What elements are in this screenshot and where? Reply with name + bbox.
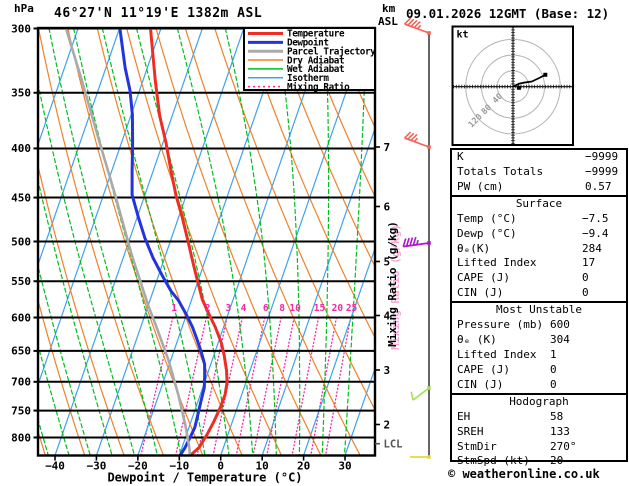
wind-barb-column — [402, 17, 431, 459]
wind-barb — [402, 236, 431, 248]
svg-text:40: 40 — [491, 92, 505, 106]
svg-text:120: 120 — [467, 112, 485, 130]
stats-row: CAPE (J) 0 — [457, 362, 557, 376]
svg-text:−30: −30 — [86, 460, 106, 473]
stats-table: K −9999 Totals Totals −9999 PW (cm) 0.57 Surfa… — [450, 148, 628, 467]
svg-text:450: 450 — [11, 191, 31, 204]
stats-row: Totals Totals −9999 — [457, 164, 619, 178]
station-title: 46°27'N 11°19'E 1382m ASL — [54, 6, 263, 21]
stats-row: CIN (J) 0 — [457, 286, 589, 300]
skewt-sounding-page: 300 350 400 450 500 550 600 650 700 750 800 −40 −30−… — [0, 0, 629, 486]
svg-text:4: 4 — [241, 303, 247, 314]
stats-row: Temp (°C) −7.5 — [457, 211, 609, 225]
svg-text:1: 1 — [171, 303, 177, 314]
stats-row: Dewp (°C) −9.4 — [457, 226, 609, 240]
svg-text:800: 800 — [11, 431, 31, 444]
stats-row: CIN (J) 0 — [457, 377, 557, 391]
svg-text:8: 8 — [279, 303, 285, 314]
wind-barb — [410, 455, 431, 459]
svg-text:10: 10 — [289, 303, 301, 314]
svg-text:20: 20 — [332, 303, 344, 314]
stats-row: Lifted Index 1 — [457, 347, 557, 361]
copyright: © weatheronline.co.uk — [448, 467, 600, 481]
stats-row: θₑ(K) 284 — [457, 241, 602, 255]
legend: TemperatureDewpointParcel TrajectoryDry … — [243, 27, 377, 93]
svg-text:600: 600 — [11, 311, 31, 324]
stats-row: Lifted Index 17 — [457, 256, 596, 270]
svg-text:15: 15 — [314, 303, 326, 314]
stats-row: K −9999 — [457, 150, 619, 163]
stats-section-header: Most Unstable — [452, 301, 626, 318]
stats-row: PW (cm) 0.57 — [457, 179, 612, 193]
pressure-axis-unit: hPa — [14, 2, 34, 15]
stats-row: Pressure (mb) 600 — [457, 318, 570, 332]
svg-text:6: 6 — [384, 200, 391, 213]
hodograph: 4080120 kt — [451, 25, 574, 146]
storm-motion-marker — [516, 85, 521, 90]
stats-row: SREH 133 — [457, 424, 570, 438]
altitude-axis-unit-km: km — [382, 2, 396, 15]
svg-text:3: 3 — [384, 364, 391, 377]
svg-text:Dewpoint / Temperature (°C): Dewpoint / Temperature (°C) — [107, 471, 302, 485]
svg-text:LCL: LCL — [384, 438, 403, 450]
hodograph-unit-label: kt — [457, 30, 469, 41]
svg-text:500: 500 — [11, 235, 31, 248]
svg-text:Mixing Ratio: Mixing Ratio — [287, 82, 350, 93]
stats-section-header: Hodograph — [452, 392, 626, 410]
svg-text:6: 6 — [263, 303, 269, 314]
altitude-axis-unit-asl: ASL — [378, 15, 398, 28]
stats-row: θₑ (K) 304 — [457, 333, 570, 347]
stats-section-header: Surface — [452, 194, 626, 212]
svg-text:2: 2 — [384, 418, 391, 431]
wind-barb — [404, 131, 431, 149]
run-datetime: 09.01.2026 12GMT (Base: 12) — [406, 6, 610, 21]
stats-row: EH 58 — [457, 409, 564, 423]
stats-row: StmDir 270° — [457, 439, 577, 453]
stats-row: CAPE (J) 0 — [457, 271, 589, 285]
svg-text:−40: −40 — [45, 460, 65, 473]
svg-text:80: 80 — [480, 103, 494, 117]
svg-text:350: 350 — [11, 87, 31, 100]
svg-text:700: 700 — [11, 376, 31, 389]
svg-text:400: 400 — [11, 142, 31, 155]
svg-text:2: 2 — [205, 303, 211, 314]
svg-text:30: 30 — [338, 460, 351, 473]
svg-text:300: 300 — [11, 22, 31, 35]
svg-text:650: 650 — [11, 345, 31, 358]
svg-text:550: 550 — [11, 275, 31, 288]
wind-barb — [410, 386, 431, 401]
svg-text:25: 25 — [346, 303, 358, 314]
svg-text:3: 3 — [225, 303, 231, 314]
svg-text:750: 750 — [11, 404, 31, 417]
mixing-ratio-axis-label: Mixing Ratio (g/kg) — [386, 221, 399, 347]
svg-text:7: 7 — [384, 141, 391, 154]
